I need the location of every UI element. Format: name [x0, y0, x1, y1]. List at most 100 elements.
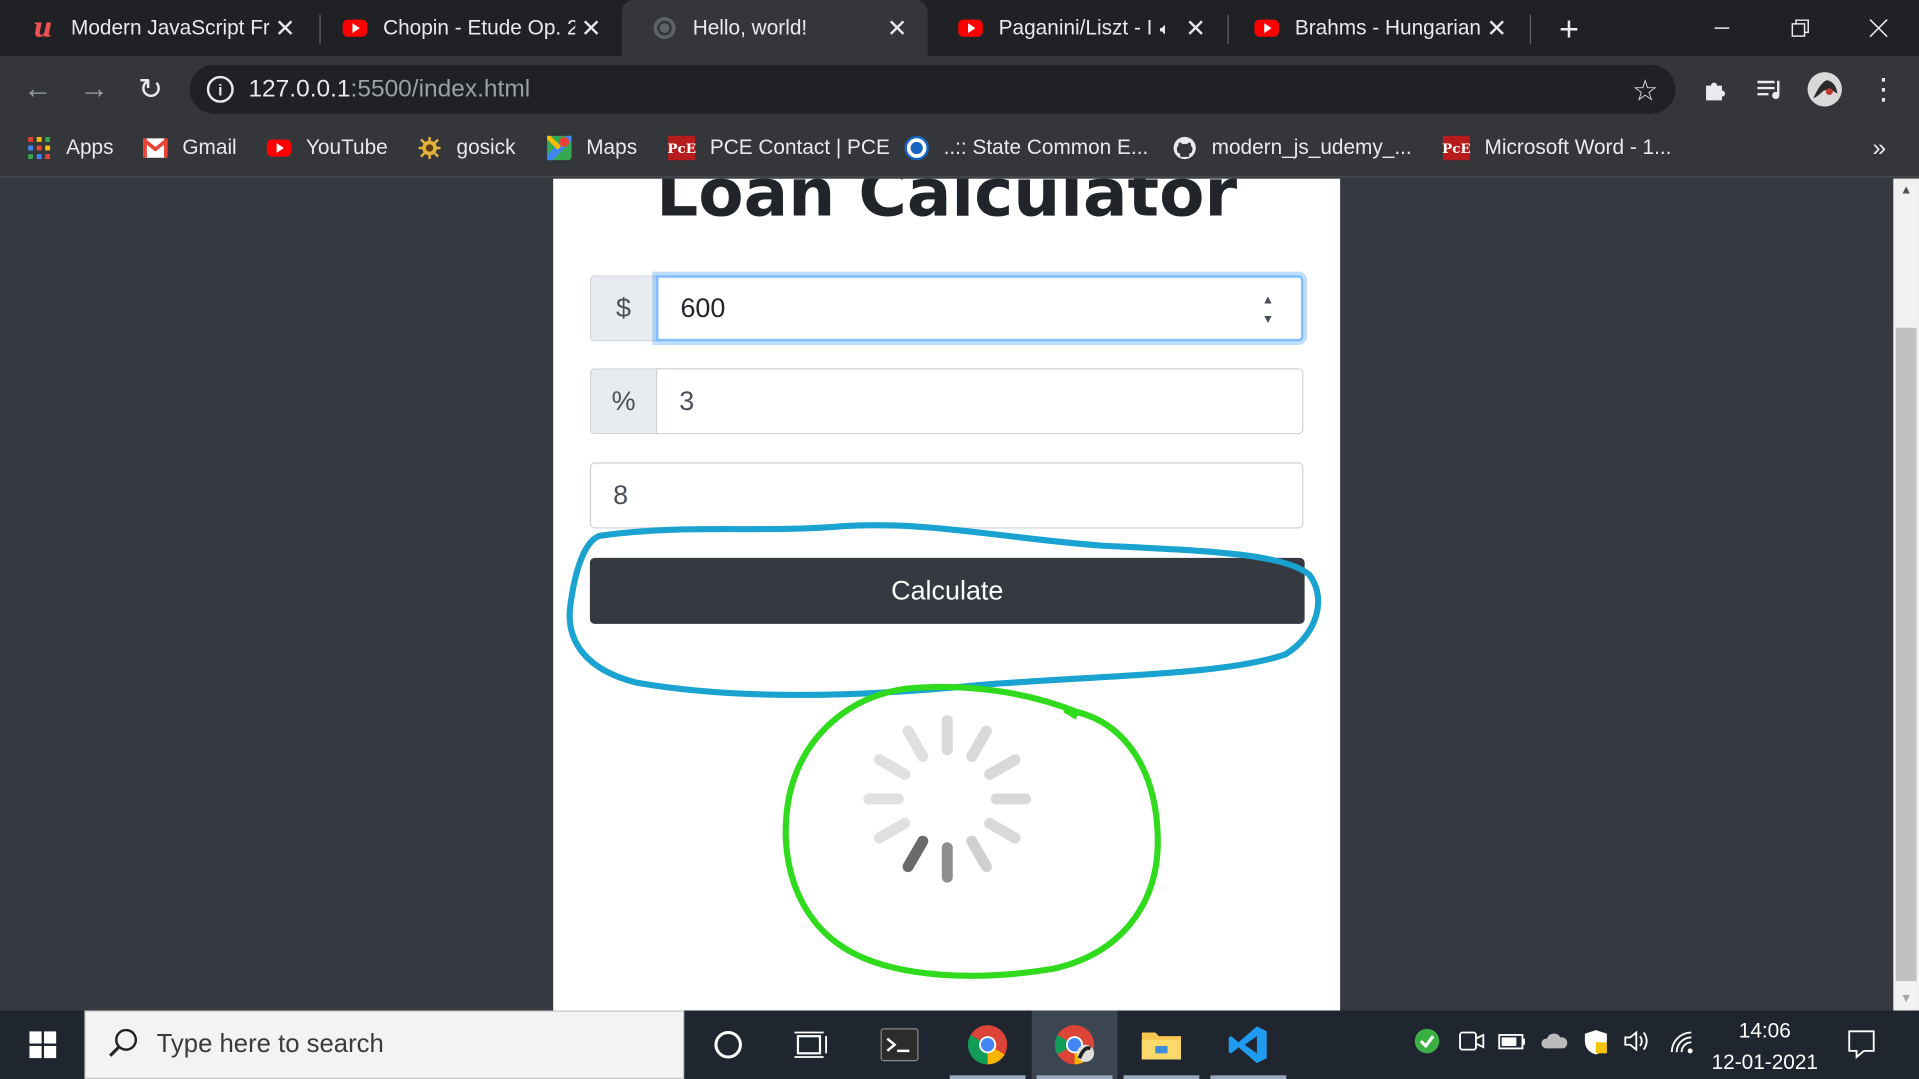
reload-icon[interactable]: ↻ — [130, 69, 172, 111]
bookmark-label: YouTube — [305, 135, 388, 160]
bookmark-microsoft-word[interactable]: PcE Microsoft Word - 1... — [1442, 130, 1672, 167]
bookmark-youtube[interactable]: YouTube — [266, 130, 388, 167]
extensions-icon[interactable] — [1696, 71, 1733, 108]
close-icon[interactable]: ✕ — [881, 12, 913, 44]
dollar-prefix: $ — [589, 275, 656, 342]
loan-amount-value: 600 — [680, 292, 726, 323]
profile-avatar[interactable] — [1806, 71, 1843, 108]
chevron-down-icon[interactable]: ▼ — [1262, 312, 1274, 329]
search-icon — [108, 1026, 140, 1064]
youtube-icon — [1253, 15, 1280, 42]
clock-date: 12-01-2021 — [1711, 1050, 1819, 1075]
bookmark-star-icon[interactable]: ☆ — [1632, 73, 1658, 108]
bookmarks-bar: Apps Gmail YouTube gosick Maps PcE PCE C… — [0, 122, 1919, 178]
bookmark-label: Apps — [66, 135, 114, 160]
address-bar[interactable]: i 127.0.0.1:5500/index.html ☆ — [189, 64, 1676, 114]
windows-taskbar: Type here to search 14:06 12-01-2021 — [0, 1010, 1919, 1079]
bookmark-pce-contact[interactable]: PcE PCE Contact | PCE — [667, 130, 890, 167]
tab-hello-world[interactable]: Hello, world! ✕ — [621, 0, 928, 57]
back-icon[interactable]: ← — [17, 69, 59, 111]
restore-button[interactable] — [1760, 0, 1841, 56]
bookmark-label: gosick — [456, 135, 516, 160]
running-indicator — [1036, 1075, 1113, 1079]
loan-amount-group: $ 600 ▲ ▼ — [589, 275, 1304, 342]
close-icon[interactable]: ✕ — [575, 12, 607, 44]
tab-title: Chopin - Etude Op. 2 — [383, 15, 576, 40]
tab-udemy[interactable]: u Modern JavaScript Fr ✕ — [0, 0, 316, 56]
bookmark-gosick[interactable]: gosick — [417, 130, 515, 167]
security-check-icon[interactable] — [1414, 1028, 1441, 1061]
youtube-icon — [957, 15, 984, 42]
interest-group: % 3 — [589, 368, 1304, 435]
bookmark-label: Microsoft Word - 1... — [1484, 135, 1672, 160]
tab-title: Hello, world! — [692, 15, 808, 40]
page-viewport: Loan Calculator $ 600 ▲ ▼ % 3 8 Calculat… — [0, 178, 1894, 1011]
forward-icon[interactable]: → — [73, 69, 115, 111]
close-icon[interactable]: ✕ — [1180, 12, 1212, 44]
bookmark-maps[interactable]: Maps — [547, 130, 637, 167]
minimize-button[interactable] — [1682, 0, 1763, 56]
percent-prefix: % — [589, 368, 656, 435]
bookmark-label: ..:: State Common E... — [943, 135, 1149, 160]
bookmark-gmail[interactable]: Gmail — [143, 130, 237, 167]
bookmark-state-common[interactable]: ..:: State Common E... — [904, 130, 1148, 167]
new-tab-button[interactable]: + — [1549, 10, 1588, 49]
interest-input[interactable]: 3 — [655, 368, 1304, 435]
chrome-icon[interactable] — [945, 1010, 1031, 1079]
menu-kebab-icon[interactable]: ⋮ — [1865, 71, 1902, 108]
vertical-scrollbar[interactable]: ▲ ▼ — [1893, 178, 1919, 1011]
loan-amount-input[interactable]: 600 ▲ ▼ — [655, 275, 1304, 342]
bookmark-label: Maps — [586, 135, 638, 160]
scrollbar-thumb[interactable] — [1895, 327, 1917, 982]
scroll-up-icon[interactable]: ▲ — [1893, 184, 1919, 197]
gosick-icon — [417, 136, 441, 160]
shield-icon[interactable] — [1581, 1028, 1610, 1063]
url-path: :5500/index.html — [350, 75, 531, 103]
chevron-up-icon[interactable]: ▲ — [1262, 292, 1274, 309]
battery-icon[interactable] — [1498, 1028, 1527, 1061]
bookmark-github[interactable]: modern_js_udemy_... — [1172, 130, 1412, 167]
number-stepper[interactable]: ▲ ▼ — [1257, 292, 1279, 329]
page-title: Loan Calculator — [656, 178, 1238, 232]
media-control-icon[interactable] — [1751, 71, 1788, 108]
onedrive-icon[interactable] — [1540, 1028, 1569, 1061]
gmail-icon — [143, 136, 168, 160]
globe-icon — [651, 15, 678, 42]
bookmark-label: Gmail — [182, 135, 237, 160]
meet-now-icon[interactable] — [1458, 1028, 1485, 1061]
years-input[interactable]: 8 — [589, 462, 1304, 529]
tab-title: Modern JavaScript Fr — [70, 15, 270, 40]
years-group: 8 — [589, 462, 1304, 529]
close-window-button[interactable] — [1838, 0, 1919, 56]
tab-chopin[interactable]: Chopin - Etude Op. 2 ✕ — [312, 0, 622, 56]
tab-paganini[interactable]: Paganini/Liszt - I 🔈︎ ✕ — [928, 0, 1227, 56]
wifi-icon[interactable] — [1667, 1028, 1696, 1061]
notification-center-icon[interactable] — [1846, 1028, 1878, 1066]
close-icon[interactable]: ✕ — [1481, 12, 1513, 44]
youtube-icon — [266, 136, 292, 160]
volume-icon[interactable] — [1623, 1028, 1655, 1061]
maps-icon — [547, 135, 572, 161]
system-clock[interactable]: 14:06 12-01-2021 — [1704, 1015, 1826, 1079]
browser-toolbar: ← → ↻ i 127.0.0.1:5500/index.html ☆ ⋮ — [0, 56, 1919, 123]
speaker-icon[interactable]: 🔈︎ — [1160, 18, 1170, 39]
terminal-icon[interactable] — [857, 1010, 943, 1079]
bookmark-apps[interactable]: Apps — [27, 130, 114, 167]
vscode-icon[interactable] — [1205, 1010, 1291, 1079]
running-indicator — [1210, 1075, 1287, 1079]
tab-separator — [1529, 14, 1532, 45]
file-explorer-icon[interactable] — [1119, 1010, 1205, 1079]
taskbar-search-input[interactable]: Type here to search — [84, 1010, 685, 1079]
cortana-icon[interactable] — [685, 1010, 771, 1079]
url-text[interactable]: 127.0.0.1:5500/index.html — [248, 75, 530, 103]
calculate-button[interactable]: Calculate — [589, 557, 1305, 624]
bookmarks-overflow-button[interactable]: » — [1872, 130, 1886, 167]
windows-start-icon[interactable] — [0, 1010, 84, 1079]
task-view-icon[interactable] — [769, 1010, 855, 1079]
url-host: 127.0.0.1 — [248, 75, 351, 103]
site-info-icon[interactable]: i — [206, 75, 234, 103]
close-icon[interactable]: ✕ — [269, 12, 301, 44]
tab-brahms[interactable]: Brahms - Hungarian ✕ — [1224, 0, 1528, 56]
chrome-active-icon[interactable] — [1031, 1010, 1118, 1079]
scroll-down-icon[interactable]: ▼ — [1893, 992, 1919, 1005]
